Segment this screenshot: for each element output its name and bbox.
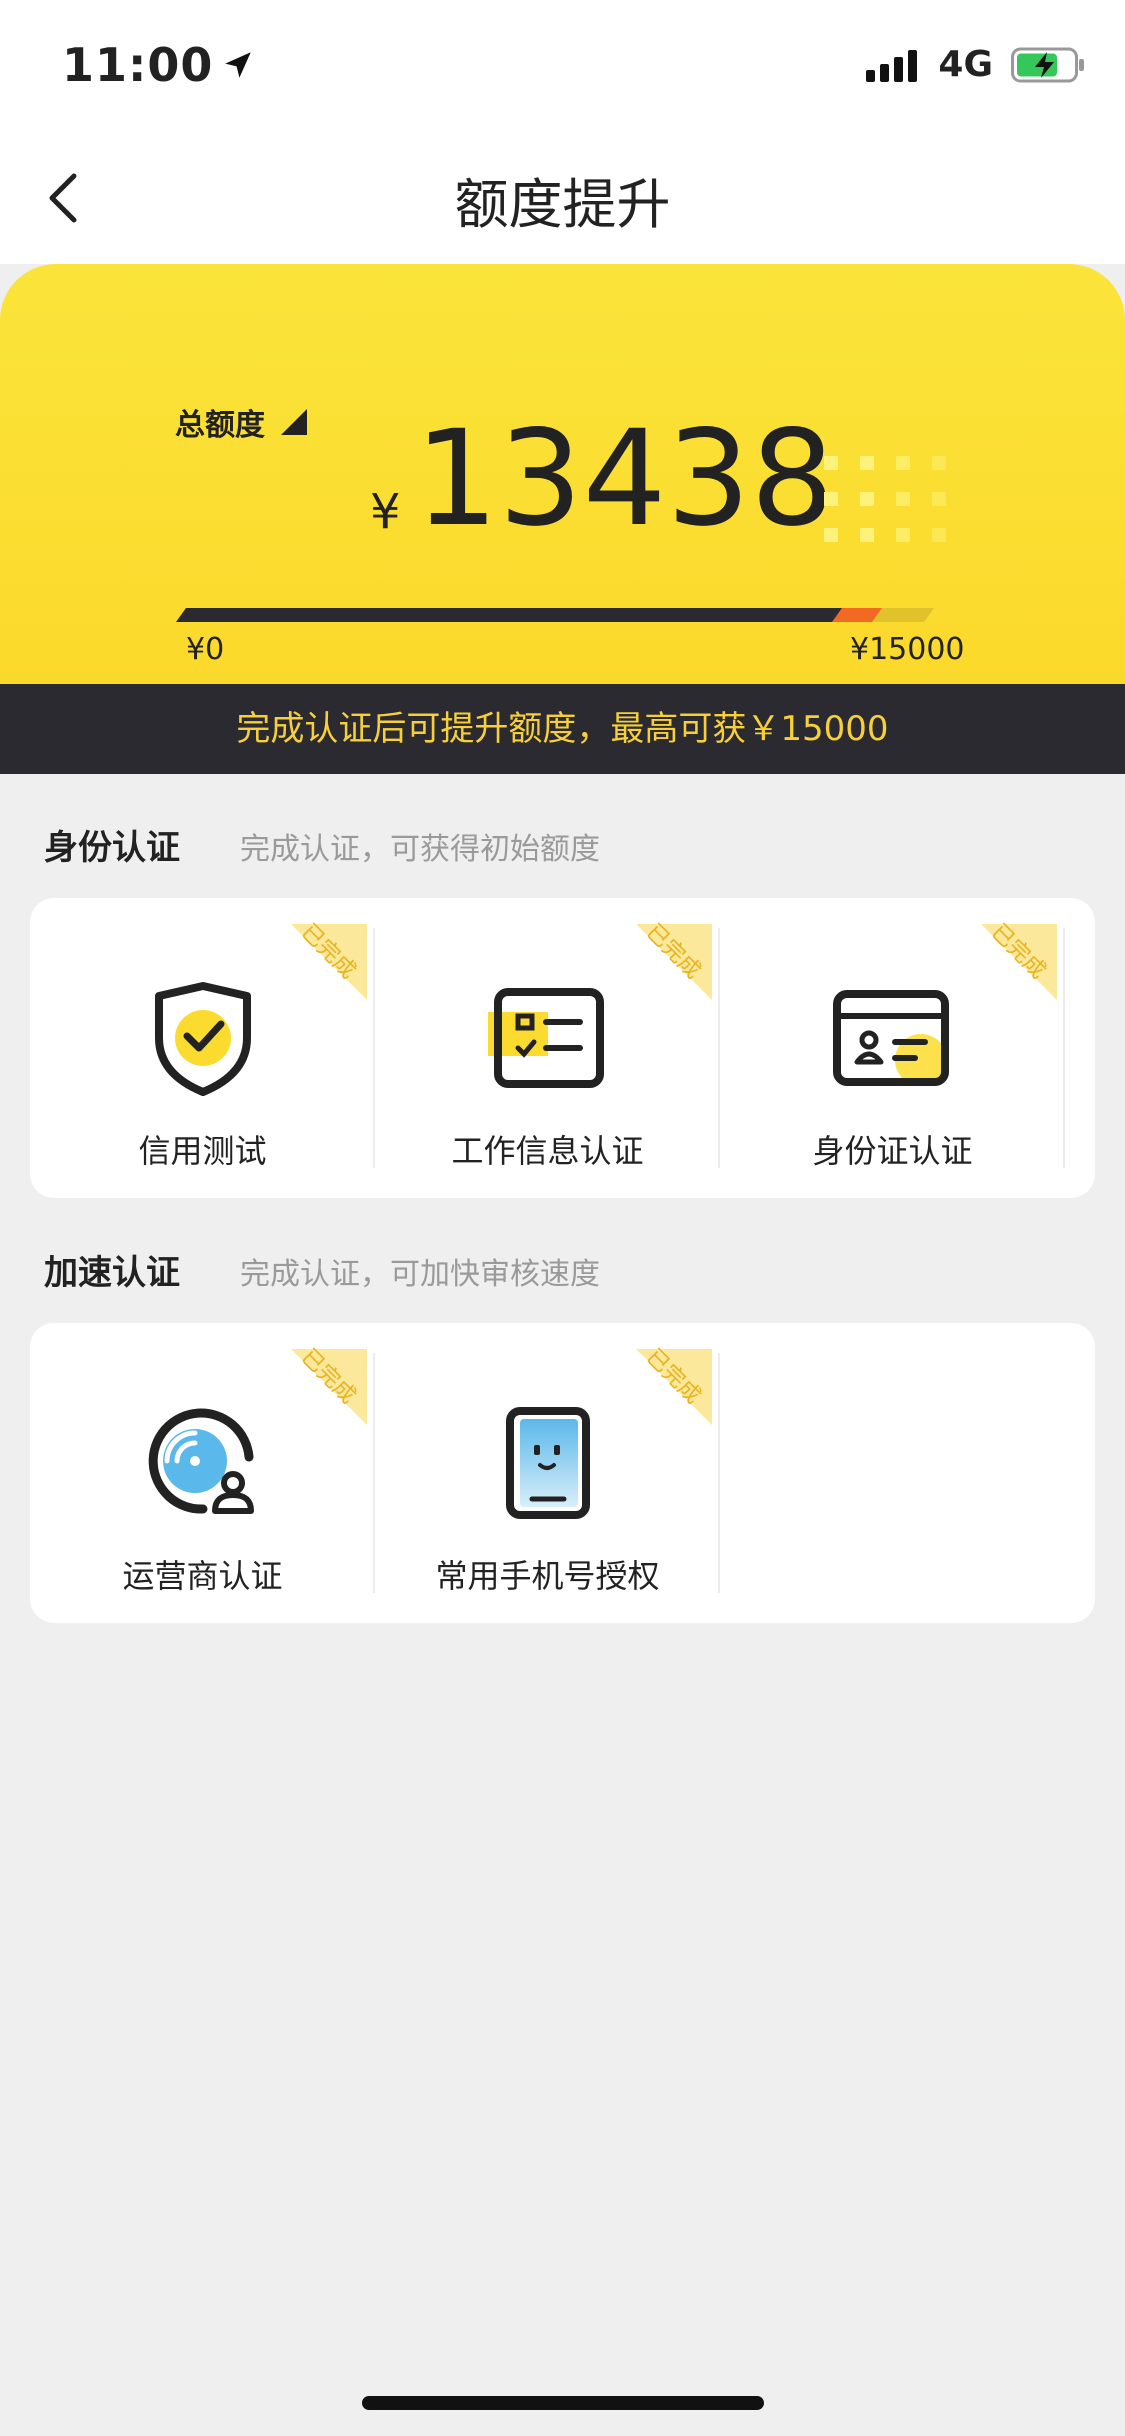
speed-section-subtitle: 完成认证，可加快审核速度 bbox=[240, 1257, 600, 1292]
identity-item-credit-test[interactable]: 已完成 信用测试 bbox=[30, 898, 375, 1198]
promo-banner: 完成认证后可提升额度，最高可获￥15000 bbox=[0, 684, 1125, 774]
speed-section-header: 加速认证 完成认证，可加快审核速度 bbox=[44, 1245, 600, 1294]
carrier-signal-icon bbox=[148, 1408, 254, 1514]
identity-item-label: 身份证认证 bbox=[812, 1132, 973, 1170]
currency-symbol: ¥ bbox=[370, 484, 401, 540]
identity-item-label: 信用测试 bbox=[138, 1132, 267, 1170]
location-arrow-icon bbox=[225, 52, 252, 78]
identity-section-subtitle: 完成认证，可获得初始额度 bbox=[240, 832, 600, 867]
quota-amount: ¥ 13438 bbox=[370, 404, 834, 554]
quota-card: 总额度 ¥ 13438 ¥0 ¥15000 bbox=[0, 264, 1125, 684]
signal-bars-icon bbox=[866, 49, 918, 82]
speed-section-title: 加速认证 bbox=[44, 1253, 180, 1293]
quota-max-label: ¥15000 bbox=[850, 632, 965, 667]
page-title: 额度提升 bbox=[454, 173, 671, 236]
speed-item-label: 运营商认证 bbox=[122, 1557, 283, 1595]
battery-charging-icon bbox=[1011, 47, 1084, 82]
speed-item-label: 常用手机号授权 bbox=[435, 1557, 660, 1595]
cell-divider bbox=[718, 1353, 720, 1593]
status-time: 11:00 bbox=[62, 38, 255, 92]
status-time-text: 11:00 bbox=[62, 38, 214, 92]
identity-item-work-info[interactable]: 已完成 工作信息认证 bbox=[375, 898, 720, 1198]
status-bar: 11:00 4G bbox=[0, 0, 1125, 132]
identity-section-title: 身份认证 bbox=[44, 828, 180, 868]
quota-progress-bar bbox=[176, 608, 934, 622]
speed-item-phone[interactable]: 已完成 常用手机号授权 bbox=[375, 1323, 720, 1623]
identity-card: 已完成 信用测试 已完成 工作信息认证 已完成 身份证认证 bbox=[30, 898, 1095, 1198]
quota-progress-fill bbox=[176, 608, 856, 622]
cell-divider bbox=[1063, 928, 1065, 1168]
triangle-indicator-icon bbox=[281, 409, 307, 435]
quota-label[interactable]: 总额度 bbox=[175, 400, 307, 444]
nav-bar: 额度提升 bbox=[0, 132, 1125, 264]
quota-min-label: ¥0 bbox=[186, 632, 225, 667]
speed-card: 已完成 运营商认证 已完成 常用手机号授权 bbox=[30, 1323, 1095, 1623]
speed-item-carrier[interactable]: 已完成 运营商认证 bbox=[30, 1323, 375, 1623]
identity-card-icon bbox=[832, 990, 949, 1086]
identity-item-label: 工作信息认证 bbox=[451, 1132, 644, 1170]
quota-label-text: 总额度 bbox=[175, 408, 265, 443]
quota-amount-value: 13438 bbox=[414, 402, 835, 556]
identity-item-id-card[interactable]: 已完成 身份证认证 bbox=[720, 898, 1065, 1198]
id-card-check-icon bbox=[487, 988, 604, 1088]
identity-section-header: 身份认证 完成认证，可获得初始额度 bbox=[44, 820, 600, 869]
network-type: 4G bbox=[938, 44, 993, 85]
shield-check-icon bbox=[154, 982, 251, 1096]
phone-icon bbox=[505, 1407, 590, 1519]
dot-grid-decoration-icon bbox=[824, 456, 946, 542]
home-indicator[interactable] bbox=[362, 2396, 764, 2410]
